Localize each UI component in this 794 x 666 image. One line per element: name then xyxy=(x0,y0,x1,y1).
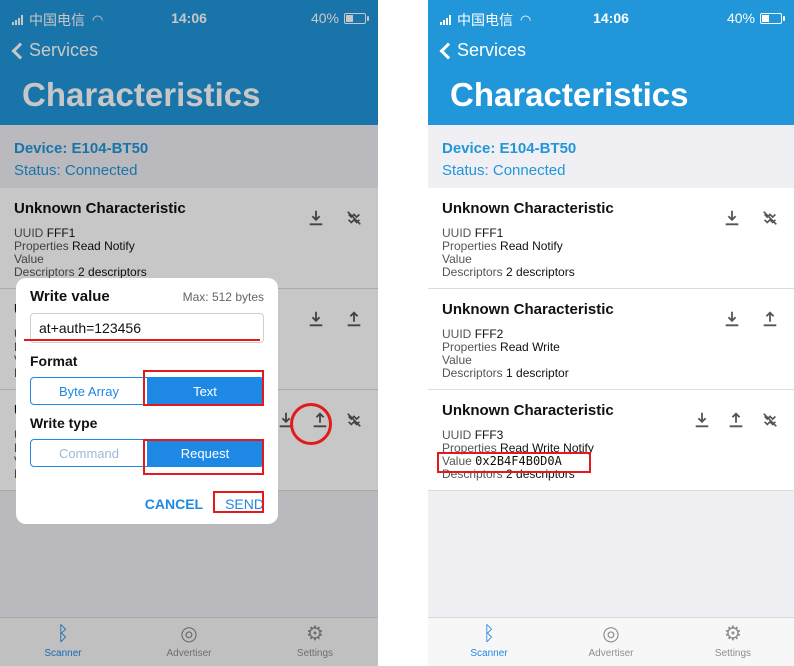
value-label: Value xyxy=(442,454,472,468)
chevron-left-icon xyxy=(439,42,457,59)
value-label: Value xyxy=(442,252,472,266)
write-upload-icon[interactable] xyxy=(726,410,746,430)
tab-label: Settings xyxy=(714,648,752,659)
broadcast-icon: ◎ xyxy=(602,623,620,645)
descriptors-label: Descriptors xyxy=(442,366,503,380)
write-type-request[interactable]: Request xyxy=(147,440,263,466)
value-label: Value xyxy=(442,353,472,367)
device-label: Device: xyxy=(442,140,496,157)
max-bytes-label: Max: 512 bytes xyxy=(182,290,264,304)
format-text[interactable]: Text xyxy=(147,378,263,404)
write-upload-icon[interactable] xyxy=(760,309,780,329)
characteristic-value: 0x2B4F4B0D0A xyxy=(475,454,562,468)
write-type-label: Write type xyxy=(30,415,98,431)
uuid-value: FFF1 xyxy=(474,226,504,240)
status-label: Status: xyxy=(442,162,489,179)
descriptors-value: 2 descriptors xyxy=(506,265,575,279)
device-name: E104-BT50 xyxy=(499,140,577,157)
cancel-button[interactable]: CANCEL xyxy=(145,496,203,512)
battery-percent: 40% xyxy=(726,10,755,26)
characteristic-item: Unknown Characteristic UUID FFF3 Propert… xyxy=(428,390,794,491)
status-bar: 中国电信 ◠ 14:06 40% xyxy=(428,0,794,34)
characteristic-item: Unknown Characteristic UUID FFF2 Propert… xyxy=(428,289,794,390)
uuid-value: FFF2 xyxy=(474,327,504,341)
dialog-title: Write value xyxy=(30,288,110,305)
properties-label: Properties xyxy=(442,340,497,354)
nav-header: 中国电信 ◠ 14:06 40% Services Characteristic… xyxy=(428,0,794,125)
battery-icon xyxy=(760,12,785,24)
tab-label: Scanner xyxy=(470,648,508,659)
phone-screen-left: 中国电信 ◠ 14:06 40% Services Characteristic… xyxy=(0,0,378,666)
characteristic-item: Unknown Characteristic UUID FFF1 Propert… xyxy=(428,188,794,289)
format-byte-array[interactable]: Byte Array xyxy=(31,378,147,404)
page-title: Characteristics xyxy=(450,76,689,113)
write-value-dialog: Write value Max: 512 bytes Format Byte A… xyxy=(16,278,278,524)
uuid-label: UUID xyxy=(442,428,472,442)
properties-value: Read Notify xyxy=(500,239,563,253)
send-button[interactable]: SEND xyxy=(225,496,264,512)
properties-value: Read Write Notify xyxy=(500,441,594,455)
device-panel: Device: E104-BT50 Status: Connected xyxy=(428,125,794,188)
read-download-icon[interactable] xyxy=(722,208,742,228)
read-download-icon[interactable] xyxy=(692,410,712,430)
tab-scanner[interactable]: ᛒ Scanner xyxy=(428,618,550,666)
descriptors-label: Descriptors xyxy=(442,467,503,481)
format-segmented: Byte Array Text xyxy=(30,377,264,405)
bluetooth-icon: ᛒ xyxy=(483,623,495,645)
properties-label: Properties xyxy=(442,441,497,455)
write-value-input[interactable] xyxy=(30,313,264,343)
tab-label: Advertiser xyxy=(588,648,634,659)
back-button[interactable]: Services xyxy=(436,40,526,61)
gear-icon: ⚙ xyxy=(724,623,742,645)
battery-fill xyxy=(762,14,769,22)
write-type-segmented: Command Request xyxy=(30,439,264,467)
format-label: Format xyxy=(30,353,78,369)
tab-settings[interactable]: ⚙ Settings xyxy=(672,618,794,666)
tab-advertiser[interactable]: ◎ Advertiser xyxy=(550,618,672,666)
notify-off-icon[interactable] xyxy=(760,208,780,228)
read-download-icon[interactable] xyxy=(722,309,742,329)
descriptors-value: 2 descriptors xyxy=(506,467,575,481)
status-value: Connected xyxy=(492,162,566,179)
uuid-label: UUID xyxy=(442,327,472,341)
battery: 40% xyxy=(726,10,785,26)
descriptors-label: Descriptors xyxy=(442,265,503,279)
properties-label: Properties xyxy=(442,239,497,253)
phone-screen-right: 中国电信 ◠ 14:06 40% Services Characteristic… xyxy=(428,0,794,666)
uuid-value: FFF3 xyxy=(474,428,504,442)
notify-off-icon[interactable] xyxy=(760,410,780,430)
back-label: Services xyxy=(457,40,527,60)
uuid-label: UUID xyxy=(442,226,472,240)
descriptors-value: 1 descriptor xyxy=(506,366,569,380)
characteristic-list: Unknown Characteristic UUID FFF1 Propert… xyxy=(428,188,794,491)
tab-bar: ᛒ Scanner ◎ Advertiser ⚙ Settings xyxy=(428,617,794,666)
properties-value: Read Write xyxy=(500,340,560,354)
write-type-command[interactable]: Command xyxy=(31,440,147,466)
